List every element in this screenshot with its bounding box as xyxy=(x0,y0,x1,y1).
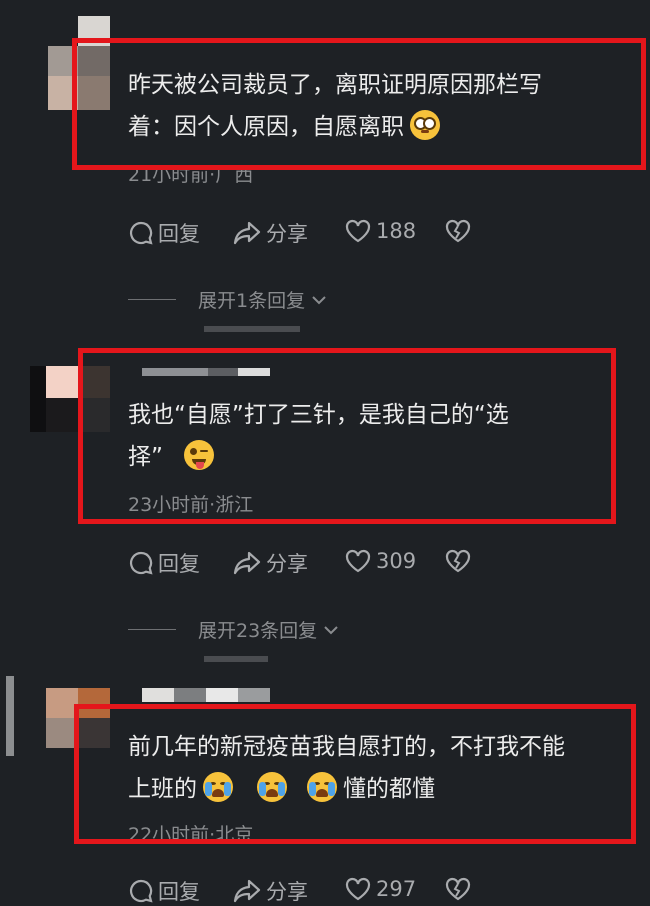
dislike-button[interactable] xyxy=(444,218,472,244)
comment-bubble-icon xyxy=(129,879,153,903)
broken-heart-icon xyxy=(445,549,471,573)
heart-icon xyxy=(345,877,371,901)
like-count: 297 xyxy=(376,877,417,901)
comment-bubble-icon xyxy=(129,221,153,245)
like-button[interactable]: 297 xyxy=(344,876,416,902)
heart-icon xyxy=(345,219,371,243)
reply-button[interactable]: 回复 xyxy=(128,218,200,248)
expand-replies-button[interactable]: 展开23条回复 xyxy=(128,616,339,643)
reply-button[interactable]: 回复 xyxy=(128,876,200,906)
expand-replies-button[interactable]: 展开1条回复 xyxy=(128,286,327,313)
reply-label: 回复 xyxy=(158,222,200,246)
share-button[interactable]: 分享 xyxy=(232,218,308,248)
like-button[interactable]: 309 xyxy=(344,548,416,574)
chevron-down-icon xyxy=(324,625,338,634)
highlight-box xyxy=(78,348,616,524)
blur-bar xyxy=(204,326,300,332)
dislike-button[interactable] xyxy=(444,876,472,902)
expand-label: 展开23条回复 xyxy=(198,620,318,642)
reply-label: 回复 xyxy=(158,880,200,904)
username-redacted[interactable] xyxy=(142,688,270,702)
divider xyxy=(128,629,176,630)
blur-bar xyxy=(204,656,268,662)
share-arrow-icon xyxy=(233,221,261,245)
divider xyxy=(128,299,176,300)
share-arrow-icon xyxy=(233,879,261,903)
highlight-box xyxy=(72,38,646,170)
share-arrow-icon xyxy=(233,551,261,575)
share-button[interactable]: 分享 xyxy=(232,876,308,906)
broken-heart-icon xyxy=(445,219,471,243)
chevron-down-icon xyxy=(312,295,326,304)
like-count: 309 xyxy=(376,549,417,573)
expand-label: 展开1条回复 xyxy=(198,290,306,312)
heart-icon xyxy=(345,549,371,573)
share-button[interactable]: 分享 xyxy=(232,548,308,578)
dislike-button[interactable] xyxy=(444,548,472,574)
scroll-edge xyxy=(6,676,14,756)
broken-heart-icon xyxy=(445,877,471,901)
highlight-box xyxy=(74,704,636,844)
reply-button[interactable]: 回复 xyxy=(128,548,200,578)
reply-label: 回复 xyxy=(158,552,200,576)
share-label: 分享 xyxy=(266,880,308,904)
like-button[interactable]: 188 xyxy=(344,218,416,244)
share-label: 分享 xyxy=(266,552,308,576)
share-label: 分享 xyxy=(266,222,308,246)
like-count: 188 xyxy=(376,219,417,243)
comment-bubble-icon xyxy=(129,551,153,575)
